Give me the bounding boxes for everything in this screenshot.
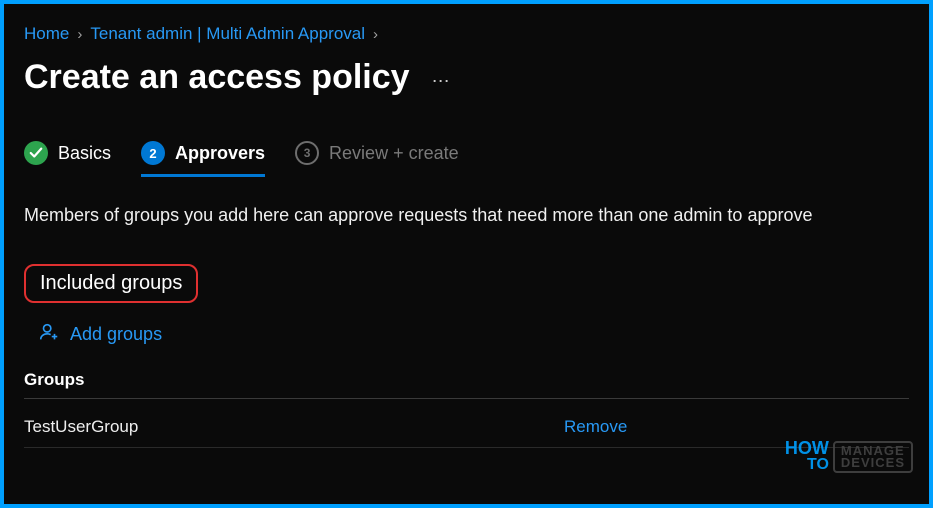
group-name: TestUserGroup [24,417,564,437]
tab-review-create[interactable]: 3 Review + create [295,141,459,175]
tab-basics[interactable]: Basics [24,141,111,175]
add-groups-button[interactable]: Add groups [38,321,909,348]
watermark-line2: DEVICES [841,457,905,469]
watermark: HOW TO MANAGE DEVICES [785,440,913,474]
chevron-right-icon: › [77,26,82,43]
more-icon[interactable]: ⋯ [432,71,452,92]
breadcrumb: Home › Tenant admin | Multi Admin Approv… [24,24,909,44]
tab-review-label: Review + create [329,143,459,164]
breadcrumb-tenant-admin[interactable]: Tenant admin | Multi Admin Approval [90,24,365,44]
groups-column-header: Groups [24,370,909,399]
watermark-how: HOW [785,440,829,456]
chevron-right-icon: › [373,26,378,43]
breadcrumb-home[interactable]: Home [24,24,69,44]
tab-approvers-label: Approvers [175,143,265,164]
watermark-to: TO [785,456,829,474]
add-groups-label: Add groups [70,324,162,345]
add-user-icon [38,321,60,348]
table-row: TestUserGroup Remove [24,411,909,448]
tab-basics-label: Basics [58,143,111,164]
remove-group-link[interactable]: Remove [564,417,627,437]
tab-description: Members of groups you add here can appro… [24,203,909,228]
tab-approvers[interactable]: 2 Approvers [141,141,265,175]
check-icon [24,141,48,165]
step-number-icon: 3 [295,141,319,165]
wizard-tabs: Basics 2 Approvers 3 Review + create [24,141,909,175]
step-number-icon: 2 [141,141,165,165]
page-title: Create an access policy [24,58,410,97]
included-groups-heading: Included groups [24,264,198,303]
